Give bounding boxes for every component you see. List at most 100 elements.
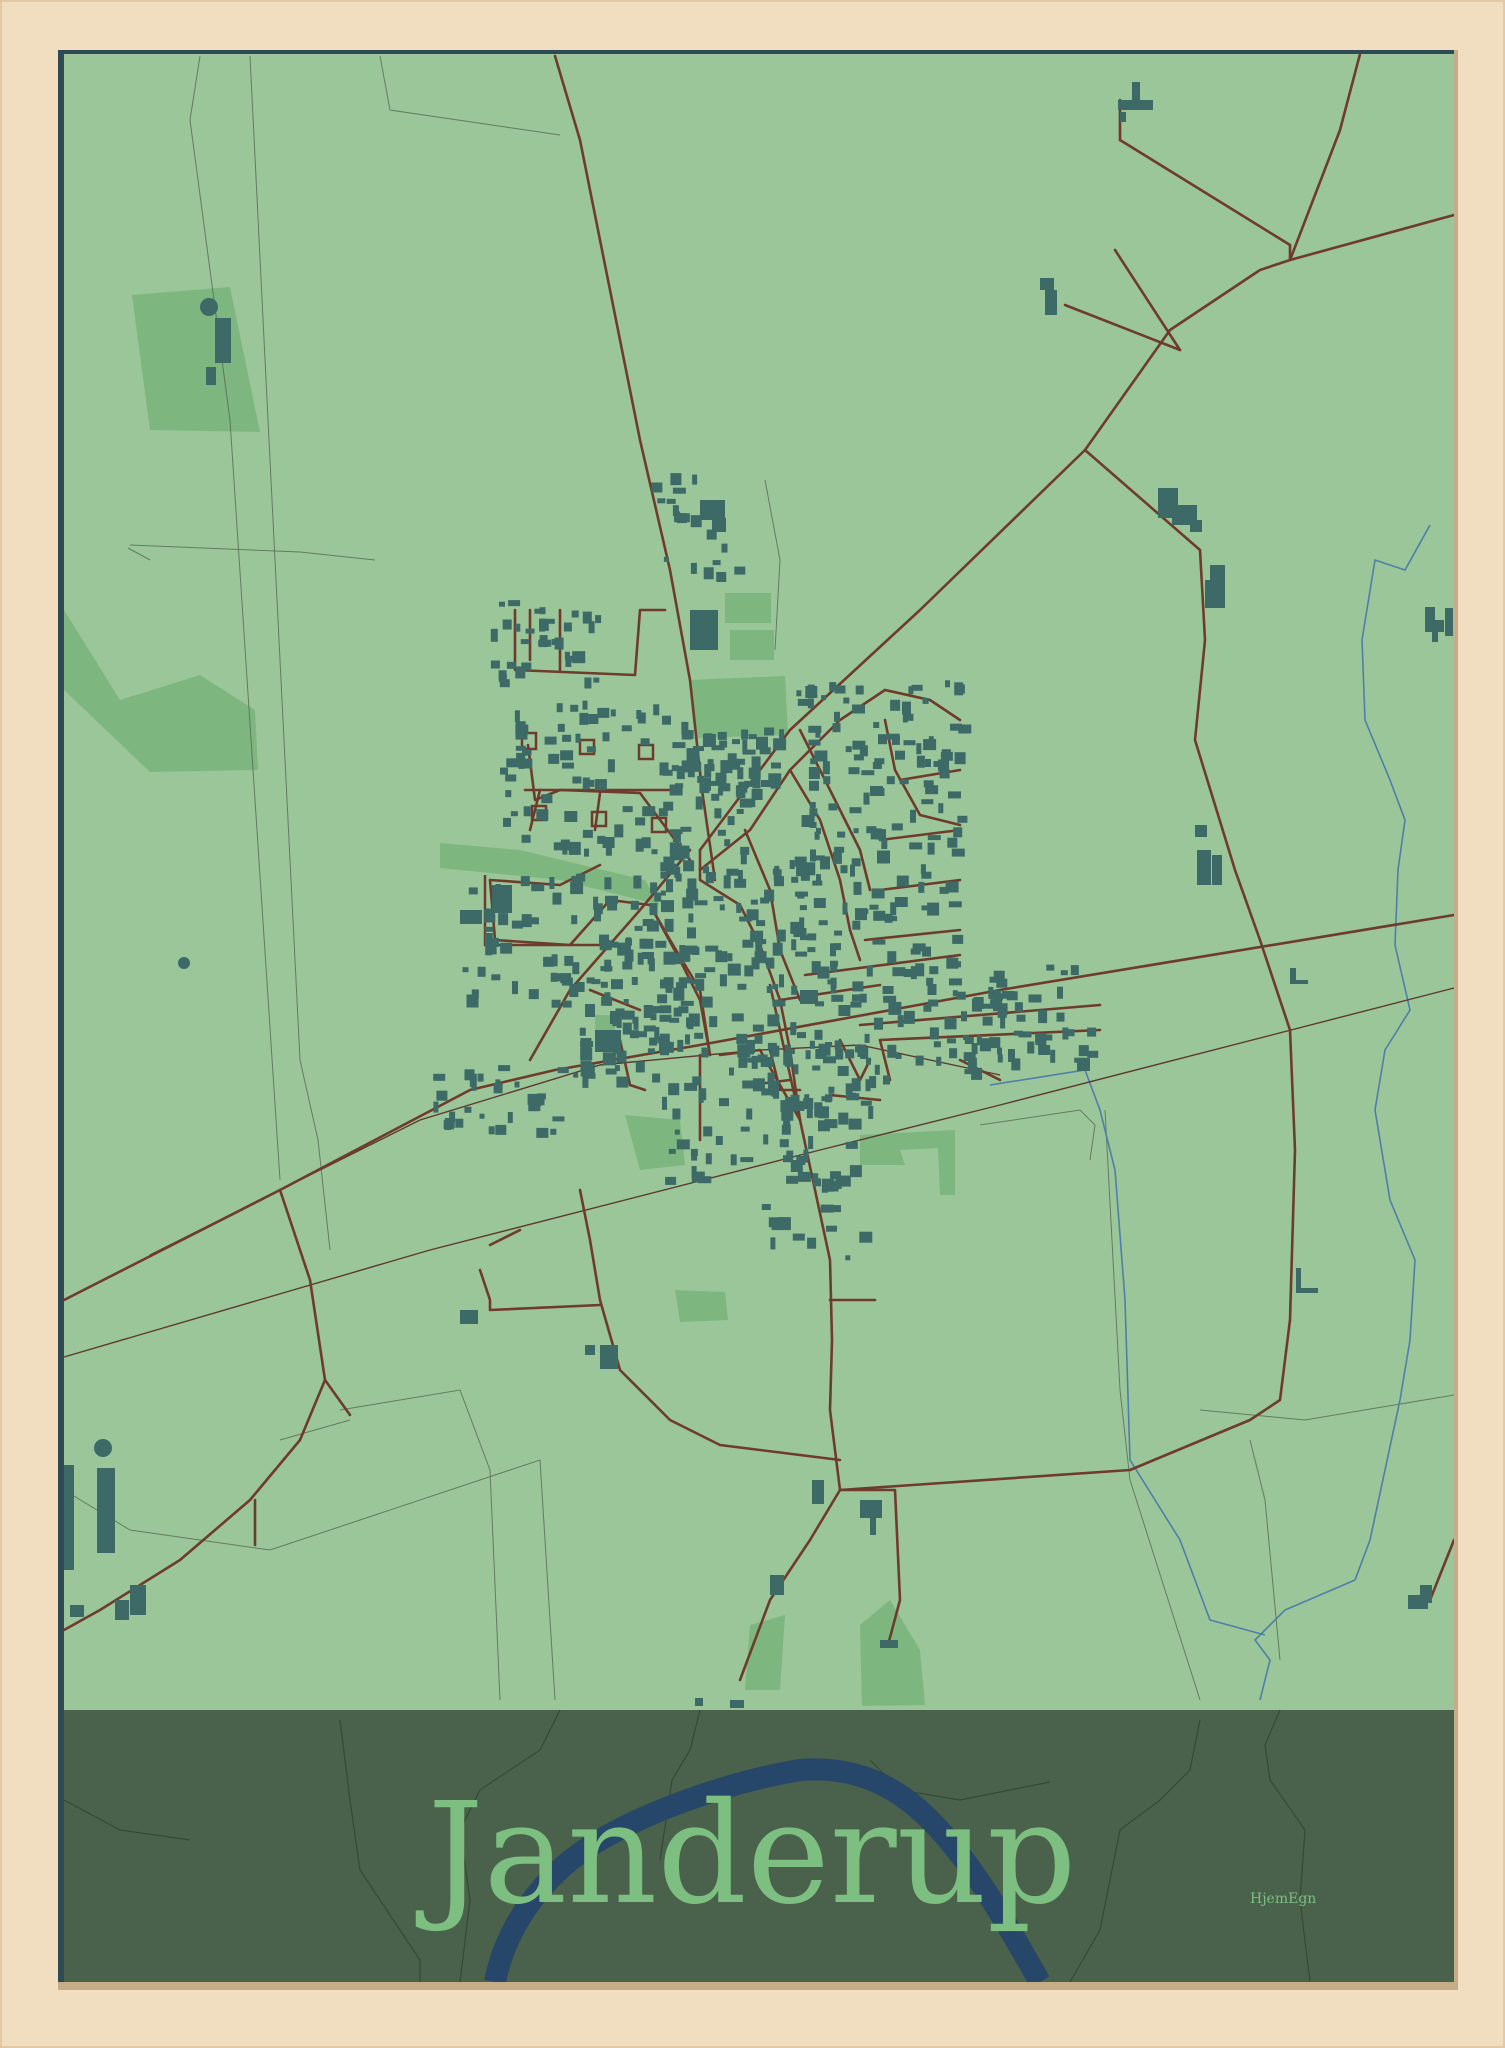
building [499,679,510,688]
building [633,875,642,889]
building [1077,1058,1090,1071]
building [449,1111,456,1123]
building [717,829,726,836]
building [838,1005,851,1016]
building [742,799,756,808]
building [520,639,530,645]
building [678,977,692,984]
building [485,945,493,956]
building [672,505,679,517]
building [814,831,820,840]
building [500,942,513,954]
building [471,989,479,999]
building [805,1050,811,1060]
building [647,1048,655,1054]
building [849,1165,862,1178]
building [484,926,494,932]
building [716,572,727,582]
building [651,849,658,855]
building [726,868,739,876]
building [597,707,610,718]
building [740,758,745,765]
building [852,981,864,992]
building [873,910,886,921]
building [771,762,781,769]
building [635,838,644,852]
map-background [64,54,1454,1710]
building [902,711,908,723]
building [766,957,775,969]
building [490,660,500,669]
building [799,905,807,911]
building [729,1067,734,1076]
building [831,1205,841,1213]
building [515,731,528,740]
map [62,52,1456,1710]
building [505,790,512,798]
building [625,938,632,946]
building [582,777,590,790]
building [791,939,797,951]
building [622,961,633,970]
building [687,927,696,939]
building [925,785,939,795]
building [695,973,707,979]
building [853,881,862,895]
building [536,1127,549,1138]
building [777,1217,791,1231]
building [668,1148,676,1154]
building [654,892,662,902]
building [810,849,816,862]
building [871,888,885,899]
building [571,915,578,925]
building [719,904,725,911]
building [750,930,764,942]
building [883,1075,890,1085]
building [541,618,549,631]
building [809,802,816,808]
building [877,850,890,864]
building [850,1001,862,1008]
building [714,808,722,819]
building [944,1017,957,1030]
building [929,1027,939,1040]
building [869,904,879,910]
building [564,955,574,966]
building [828,803,838,811]
building [772,942,783,956]
building [809,808,818,817]
building [604,992,611,998]
building [895,1054,902,1059]
building [683,860,695,872]
building [479,1113,485,1119]
building [694,1032,704,1039]
building [669,1017,680,1023]
building [523,806,531,817]
building [859,993,867,1003]
building [740,1126,750,1132]
building [715,1136,723,1145]
building [642,952,654,959]
building [730,1154,737,1166]
building [927,835,941,841]
building [508,600,521,607]
building [808,767,820,779]
building [859,1231,873,1243]
building [964,1069,975,1075]
building [642,806,656,817]
building [855,1044,866,1053]
building [560,750,574,761]
building [848,767,860,775]
building [845,746,852,753]
building [997,1007,1007,1018]
building [763,1134,769,1145]
building [498,913,509,926]
building [981,1003,994,1009]
building [660,871,668,879]
building [691,1171,705,1183]
building [752,1024,764,1032]
building [903,740,916,746]
building [585,1004,595,1017]
building [691,1154,698,1161]
building [488,1126,495,1135]
